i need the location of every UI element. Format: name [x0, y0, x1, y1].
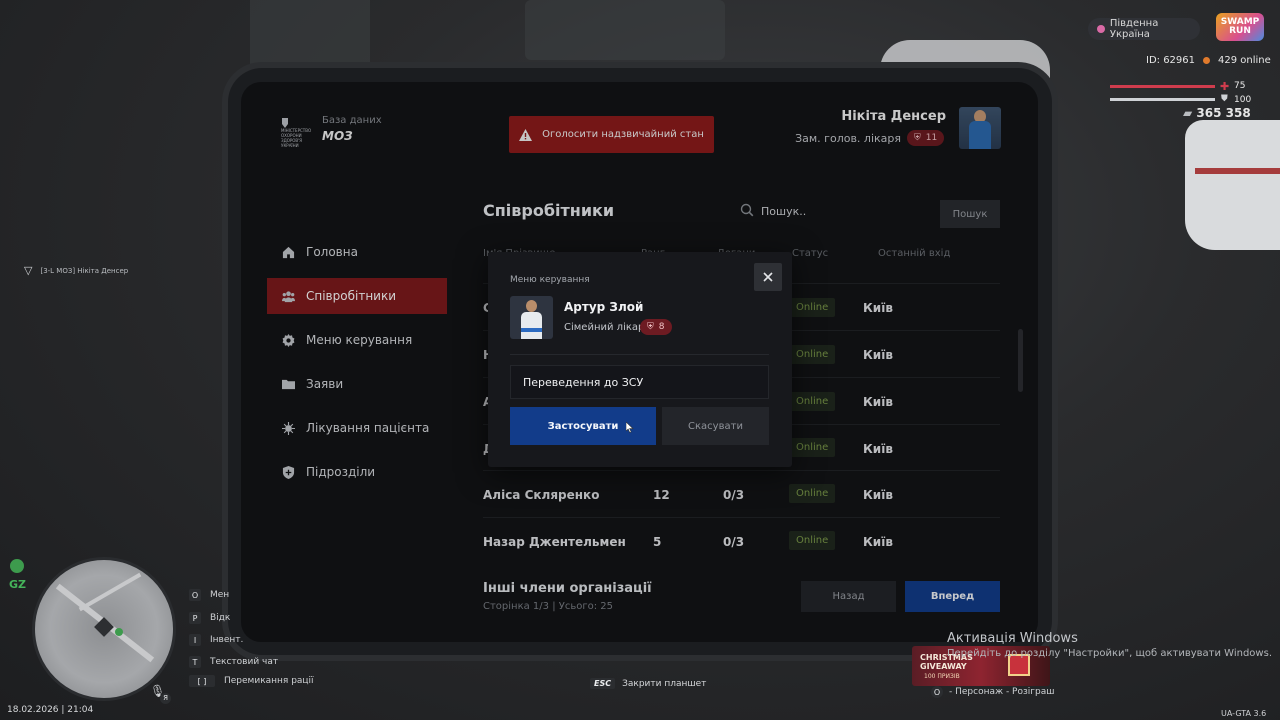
windows-activation-subtitle: Перейдіть до розділу "Настройки", щоб ак… [947, 648, 1272, 659]
giveaway-hint-label: - Персонаж - Розіграш [949, 687, 1055, 697]
modal-divider [510, 354, 769, 355]
online-icon [1203, 57, 1211, 64]
close-tablet-hint[interactable]: ESC Закрити планшет [590, 678, 706, 689]
keybind-label: Текстовий чат [210, 657, 279, 667]
server-dot-icon [1097, 25, 1105, 33]
background-building [250, 0, 370, 70]
control-menu-modal: Меню керування Артур Злой Сімейний лікар… [488, 252, 792, 467]
game-logo: SWAMP RUN [1216, 13, 1264, 41]
keybind-open: P Відк [189, 612, 230, 624]
employee-rank: 8 [658, 322, 665, 332]
voice-indicator: 🎙 Я [150, 680, 176, 704]
armor-value: 100 [1234, 95, 1252, 105]
armor-icon: ⛊ [1221, 94, 1228, 104]
keybind-key: O [189, 589, 201, 601]
mouse-cursor-icon [626, 422, 634, 433]
health-value: 75 [1234, 81, 1246, 91]
gz-icon [10, 559, 24, 573]
close-icon [763, 272, 773, 282]
money-display: ▰ 365 358 [1183, 106, 1251, 120]
player-id-line: ID: 62961 429 online [1146, 55, 1271, 66]
close-button[interactable] [754, 263, 782, 291]
keybind-label: Відк [210, 613, 231, 623]
marker-triangle-icon: ▽ [24, 264, 33, 277]
armor-bar [1110, 98, 1215, 101]
cancel-button[interactable]: Скасувати [662, 407, 769, 445]
health-bar [1110, 85, 1215, 88]
game-version: UA-GTA 3.6 [1221, 709, 1267, 718]
reason-input[interactable] [510, 365, 769, 399]
apply-button[interactable]: Застосувати [510, 407, 656, 445]
employee-name: Артур Злой [564, 300, 644, 314]
server-name: Південна Україна [1109, 18, 1159, 40]
keybind-key: P [189, 612, 201, 624]
giveaway-subtitle: 100 ПРИЗІВ [924, 673, 960, 680]
server-badge: Південна Україна [1088, 18, 1200, 40]
player-id: ID: 62961 [1146, 55, 1196, 66]
rank-shield-icon: ⛨ [647, 322, 654, 332]
keybind-label: Мен [210, 590, 230, 600]
voice-key: Я [160, 693, 171, 704]
online-count: 429 online [1218, 55, 1271, 66]
close-tablet-label: Закрити планшет [622, 678, 707, 689]
keybind-inventory: I Інвент. [189, 634, 243, 646]
windows-activation-title: Активація Windows [947, 631, 1078, 646]
map-marker-icon [115, 628, 123, 636]
background-jeep [525, 0, 725, 60]
keybind-label: Перемикання рації [224, 676, 314, 686]
keybind-key: [ ] [189, 675, 215, 687]
keybind-menu: O Мен [189, 589, 229, 601]
background-ambulance [1185, 120, 1280, 250]
giveaway-key: O [931, 686, 943, 698]
keybind-key: T [189, 656, 201, 668]
employee-rank-badge: ⛨ 8 [640, 319, 672, 335]
keybind-key: I [189, 634, 201, 646]
giveaway-hint: O - Персонаж - Розіграш [931, 686, 1054, 698]
keybind-text-chat: T Текстовий чат [189, 656, 278, 668]
keybind-label: Інвент. [210, 635, 244, 645]
map-road [78, 572, 142, 612]
money-icon: ▰ [1183, 106, 1193, 120]
player-tag-text: [3-L МОЗ] Нікіта Денсер [40, 266, 129, 275]
modal-title: Меню керування [510, 275, 590, 285]
date-time: 18.02.2026 | 21:04 [7, 705, 94, 715]
keybind-radio: [ ] Перемикання рації [189, 675, 314, 687]
employee-role: Сімейний лікар [564, 322, 645, 333]
player-marker: ▽ [3-L МОЗ] Нікіта Денсер [24, 264, 128, 277]
money-value: 365 358 [1196, 106, 1251, 120]
gz-label: GZ [9, 578, 27, 591]
health-icon: ✚ [1220, 80, 1230, 93]
employee-avatar [510, 296, 553, 339]
esc-key: ESC [590, 678, 616, 689]
